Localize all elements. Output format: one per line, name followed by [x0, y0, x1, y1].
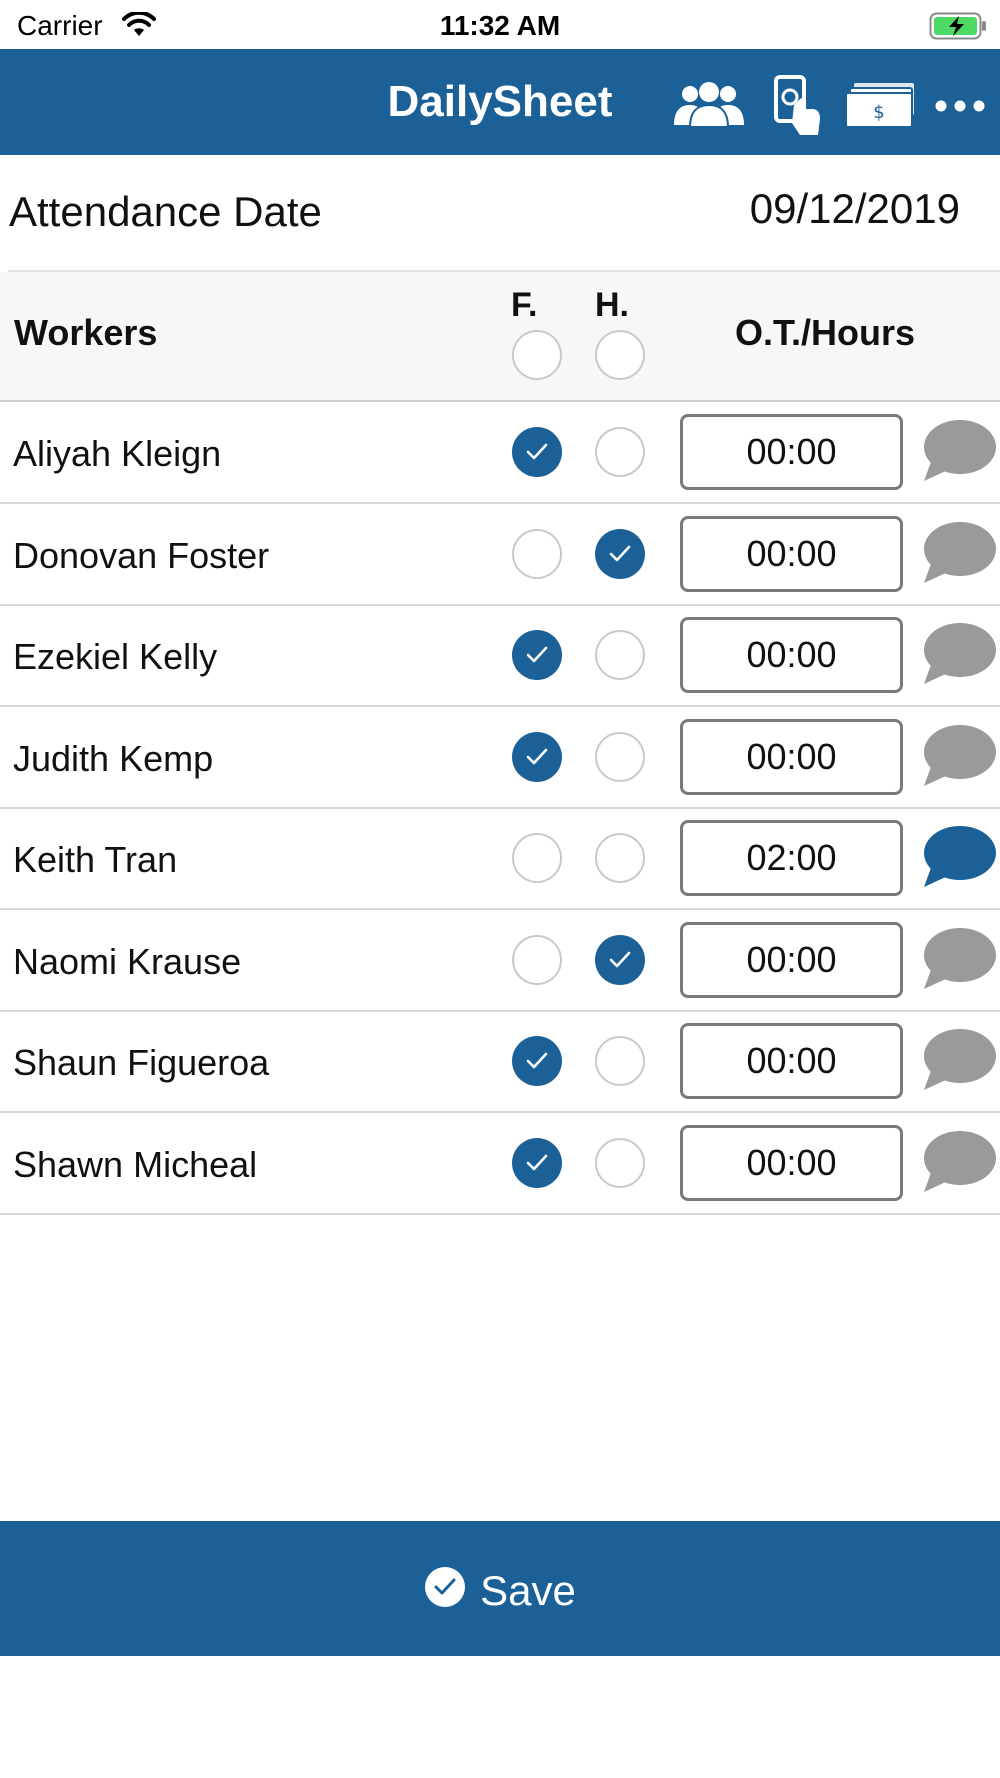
- worker-name: Donovan Foster: [13, 534, 270, 576]
- half-day-radio[interactable]: [595, 934, 645, 985]
- worker-name: Aliyah Kleign: [13, 433, 222, 474]
- worker-name: Keith Tran: [13, 839, 178, 880]
- table-header: Workers F. H. O.T./Hours: [0, 272, 1000, 402]
- full-day-radio[interactable]: [512, 1137, 562, 1188]
- worker-row: Naomi Krause 00:00: [0, 910, 1000, 1012]
- comment-bubble-icon[interactable]: [920, 927, 996, 993]
- comment-bubble-icon[interactable]: [920, 724, 996, 790]
- overtime-hours-input[interactable]: 00:00: [680, 718, 903, 795]
- worker-name: Shaun Figueroa: [13, 1042, 270, 1083]
- worker-name: Ezekiel Kelly: [13, 636, 218, 677]
- full-day-column-header: F.: [511, 286, 538, 324]
- nav-bar: DailySheet $: [0, 49, 1000, 155]
- worker-row: Keith Tran 02:00: [0, 809, 1000, 910]
- attendance-date-label: Attendance Date: [9, 188, 322, 235]
- comment-bubble-icon[interactable]: [920, 419, 996, 485]
- full-day-radio[interactable]: [512, 833, 562, 883]
- half-day-radio[interactable]: [595, 630, 645, 680]
- half-day-radio[interactable]: [595, 731, 645, 782]
- overtime-hours-input[interactable]: 00:00: [680, 1023, 903, 1099]
- full-day-radio[interactable]: [512, 731, 562, 782]
- overtime-hours-input[interactable]: 00:00: [680, 414, 903, 490]
- workers-column-header: Workers: [14, 312, 158, 353]
- full-day-radio[interactable]: [512, 630, 562, 680]
- more-icon[interactable]: [934, 99, 986, 113]
- half-day-radio[interactable]: [595, 833, 645, 883]
- worker-row: Aliyah Kleign 00:00: [0, 403, 1000, 504]
- cash-icon[interactable]: $: [846, 83, 916, 127]
- save-button-content: Save: [0, 1564, 1000, 1615]
- full-day-radio[interactable]: [512, 1036, 562, 1086]
- comment-bubble-icon[interactable]: [920, 825, 996, 891]
- half-day-radio[interactable]: [595, 1137, 645, 1188]
- overtime-hours-input[interactable]: 00:00: [680, 617, 903, 693]
- attendance-date-value[interactable]: 09/12/2019: [750, 185, 960, 233]
- comment-bubble-icon[interactable]: [920, 622, 996, 688]
- svg-text:$: $: [873, 102, 884, 123]
- status-bar: Carrier 11:32 AM: [0, 0, 1000, 49]
- half-day-column-header: H.: [595, 286, 629, 324]
- worker-row: Shawn Micheal 00:00: [0, 1113, 1000, 1215]
- overtime-hours-input[interactable]: 00:00: [680, 1124, 903, 1201]
- overtime-hours-input[interactable]: 00:00: [680, 515, 903, 592]
- overtime-hours-input[interactable]: 00:00: [680, 921, 903, 998]
- comment-bubble-icon[interactable]: [920, 521, 996, 587]
- checkmark-circle-icon: [425, 1566, 466, 1607]
- select-all-full-radio[interactable]: [512, 330, 562, 380]
- overtime-hours-input[interactable]: 02:00: [680, 820, 903, 896]
- half-day-radio[interactable]: [595, 427, 645, 477]
- worker-name: Shawn Micheal: [13, 1143, 258, 1185]
- select-all-half-radio[interactable]: [595, 330, 645, 380]
- half-day-radio[interactable]: [595, 1036, 645, 1086]
- worker-row: Judith Kemp 00:00: [0, 707, 1000, 809]
- full-day-radio[interactable]: [512, 427, 562, 477]
- worker-name: Naomi Krause: [13, 940, 242, 982]
- workers-group-icon[interactable]: [672, 81, 746, 129]
- worker-name: Judith Kemp: [13, 737, 214, 779]
- attendance-date-row[interactable]: Attendance Date 09/12/2019: [0, 155, 1000, 271]
- battery-charging-icon: [929, 12, 986, 40]
- save-label: Save: [480, 1566, 576, 1614]
- overtime-column-header: O.T./Hours: [735, 312, 916, 353]
- full-day-radio[interactable]: [512, 528, 562, 579]
- half-day-radio[interactable]: [595, 528, 645, 579]
- comment-bubble-icon[interactable]: [920, 1028, 996, 1094]
- mobile-payment-icon[interactable]: [774, 75, 824, 137]
- comment-bubble-icon[interactable]: [920, 1130, 996, 1196]
- worker-row: Shaun Figueroa 00:00: [0, 1012, 1000, 1113]
- full-day-radio[interactable]: [512, 934, 562, 985]
- worker-row: Ezekiel Kelly 00:00: [0, 606, 1000, 707]
- save-button[interactable]: Save: [0, 1521, 1000, 1656]
- worker-row: Donovan Foster 00:00: [0, 504, 1000, 606]
- status-time: 11:32 AM: [439, 10, 561, 41]
